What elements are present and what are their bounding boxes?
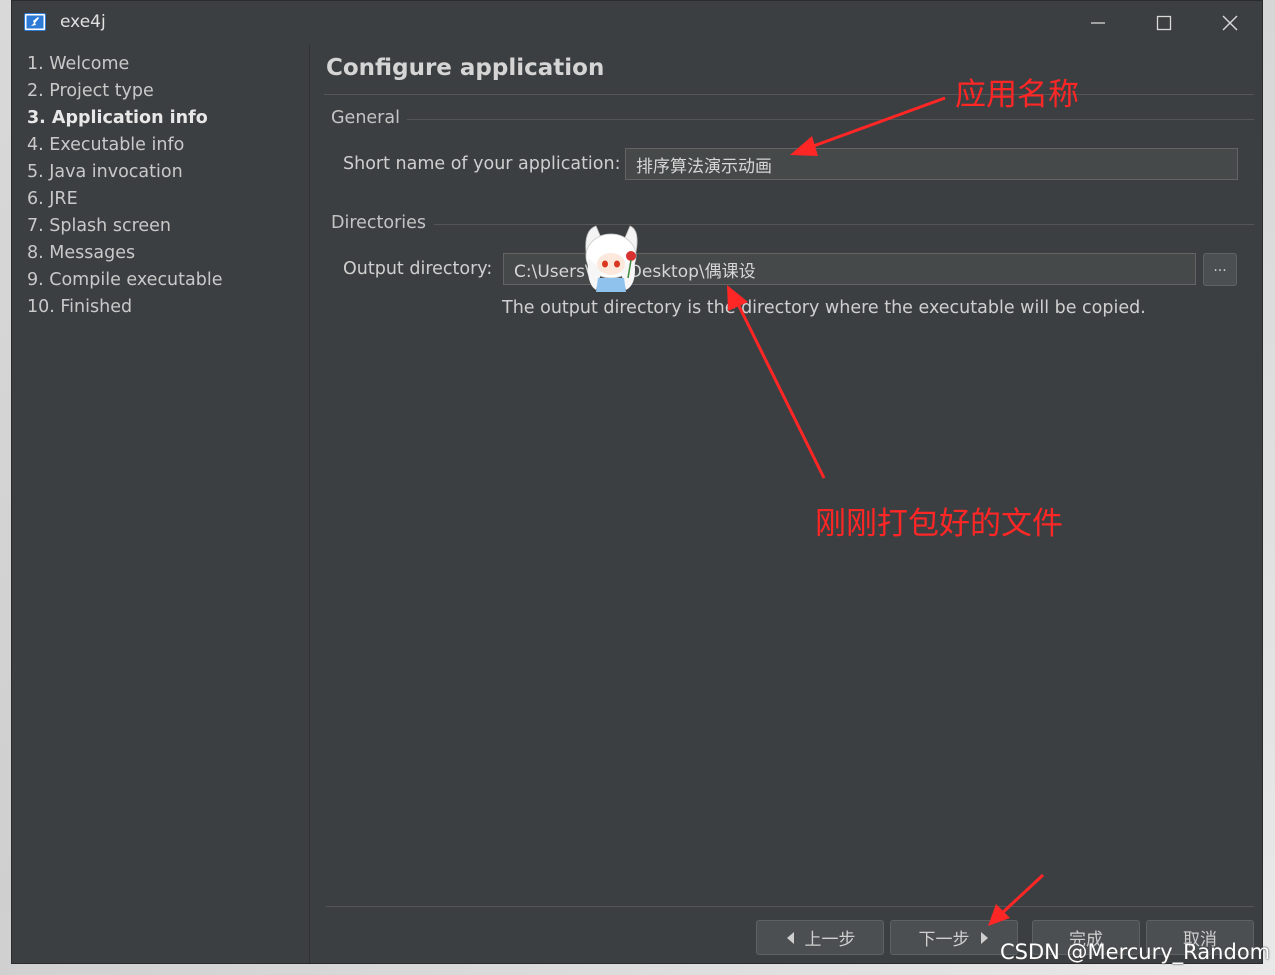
step-finished[interactable]: 10. Finished: [27, 297, 132, 317]
title-divider: [324, 94, 1254, 95]
step-welcome[interactable]: 1. Welcome: [27, 54, 129, 74]
output-directory-hint: The output directory is the directory wh…: [502, 298, 1146, 318]
title-bar[interactable]: exe4j: [12, 1, 1262, 45]
csdn-watermark: CSDN @Mercury_Random: [1000, 940, 1271, 964]
back-button-label: 上一步: [804, 930, 856, 950]
minimize-icon: [1091, 22, 1105, 24]
wizard-steps-sidebar: 1. Welcome 2. Project type 3. Applicatio…: [12, 45, 310, 963]
next-button[interactable]: 下一步: [890, 920, 1018, 955]
directories-section-label: Directories: [331, 213, 427, 233]
window-title: exe4j: [60, 12, 106, 32]
step-project-type[interactable]: 2. Project type: [27, 81, 154, 101]
desktop-background: exe4j 1. Welcome 2. Project type 3. Appl…: [0, 0, 1275, 975]
annotation-packaged-file: 刚刚打包好的文件: [815, 506, 1063, 542]
step-application-info[interactable]: 3. Application info: [27, 108, 208, 128]
main-content: Configure application General Short name…: [310, 45, 1262, 963]
triangle-right-icon: [980, 931, 988, 944]
step-executable-info[interactable]: 4. Executable info: [27, 135, 184, 155]
short-name-label: Short name of your application:: [343, 154, 621, 174]
anime-mascot-sticker: [585, 225, 638, 292]
short-name-input[interactable]: [625, 148, 1238, 180]
triangle-left-icon: [786, 931, 794, 944]
directories-section-divider: [434, 224, 1254, 225]
footer-divider: [326, 906, 1254, 907]
browse-directory-button[interactable]: ...: [1203, 253, 1237, 286]
maximize-button[interactable]: [1132, 1, 1196, 45]
page-title: Configure application: [326, 55, 605, 81]
close-icon: [1222, 15, 1238, 31]
step-java-invocation[interactable]: 5. Java invocation: [27, 162, 183, 182]
close-button[interactable]: [1198, 1, 1262, 45]
annotation-app-name: 应用名称: [955, 77, 1079, 113]
maximize-icon: [1156, 15, 1172, 31]
step-jre[interactable]: 6. JRE: [27, 189, 78, 209]
step-compile-executable[interactable]: 9. Compile executable: [27, 270, 222, 290]
next-button-label: 下一步: [918, 930, 970, 950]
step-splash-screen[interactable]: 7. Splash screen: [27, 216, 171, 236]
output-directory-label: Output directory:: [343, 259, 493, 279]
general-section-divider: [407, 119, 1254, 120]
general-section-label: General: [331, 108, 400, 128]
minimize-button[interactable]: [1066, 1, 1130, 45]
exe4j-window: exe4j 1. Welcome 2. Project type 3. Appl…: [11, 0, 1263, 964]
step-messages[interactable]: 8. Messages: [27, 243, 135, 263]
exe4j-rocket-icon: [24, 13, 46, 31]
back-button[interactable]: 上一步: [756, 920, 884, 955]
